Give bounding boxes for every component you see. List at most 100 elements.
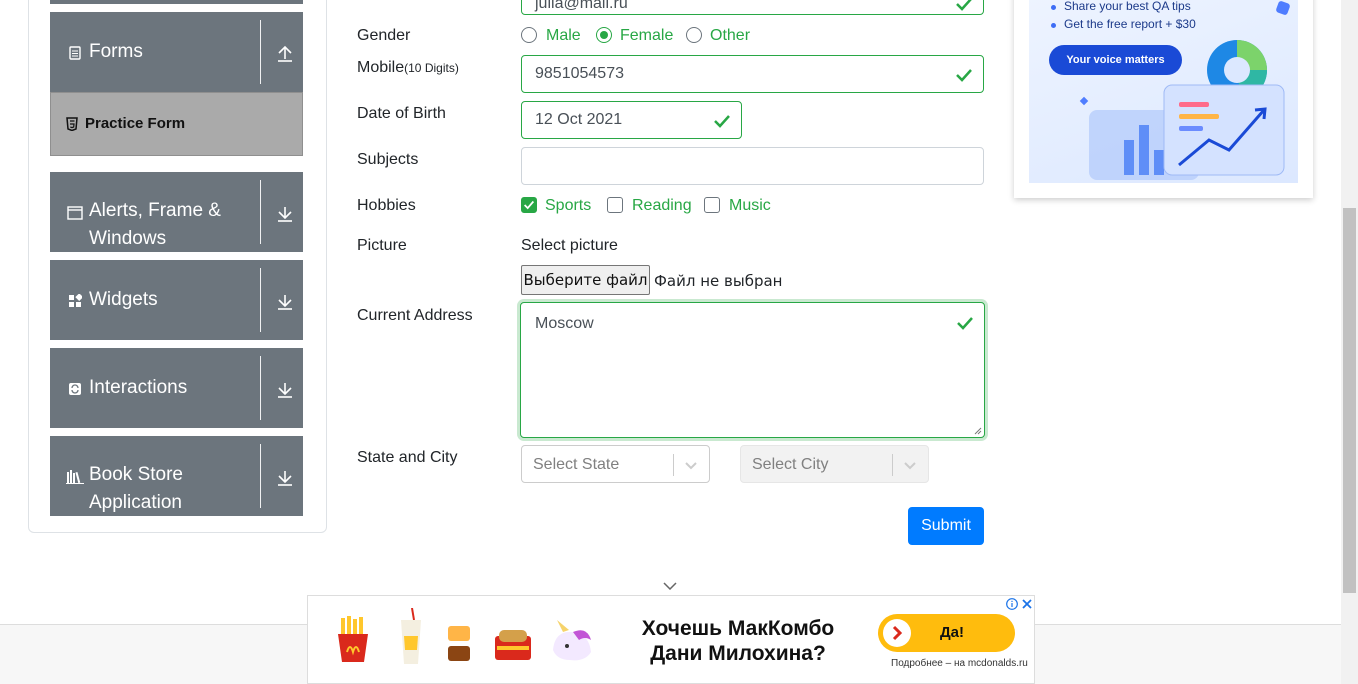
mobile-hint: (10 Digits)	[404, 61, 459, 75]
books-icon	[66, 470, 84, 484]
dob-input[interactable]: 12 Oct 2021	[521, 101, 742, 139]
chevron-down-icon	[904, 462, 916, 470]
gender-female-label[interactable]: Female	[620, 27, 673, 45]
sidebar-group-interactions[interactable]: Interactions	[50, 348, 303, 428]
email-value: julia@mail.ru	[535, 0, 628, 12]
city-placeholder: Select City	[752, 456, 829, 473]
mc-ad-yes-label: Да!	[940, 624, 965, 641]
sidebar-item-practice-form[interactable]: Practice Form	[50, 92, 303, 156]
sidebar-group-title: Forms	[89, 41, 143, 62]
sidebar-item-label: Practice Form	[85, 115, 186, 132]
sidebar-group-forms[interactable]: Forms	[50, 12, 303, 92]
select-picture-caption: Select picture	[521, 237, 618, 254]
current-address-textarea[interactable]: Moscow	[520, 302, 985, 438]
gender-other-radio[interactable]	[686, 27, 702, 43]
hobby-sports-label[interactable]: Sports	[545, 197, 591, 215]
hobby-music-label[interactable]: Music	[729, 197, 771, 215]
hobbies-label: Hobbies	[357, 197, 416, 214]
html5-icon	[66, 117, 78, 131]
mobile-label: Mobile(10 Digits)	[357, 59, 459, 77]
mc-ad-yes-button[interactable]: Да!	[878, 614, 1015, 652]
gender-female-radio[interactable]	[596, 27, 612, 43]
hobby-reading-label[interactable]: Reading	[632, 197, 692, 215]
chevron-down-icon[interactable]	[663, 582, 677, 590]
check-icon	[714, 115, 730, 128]
subjects-label: Subjects	[357, 151, 419, 168]
mc-ad-title: Хочешь МакКомбо Дани Милохина?	[608, 616, 868, 666]
city-select[interactable]: Select City	[740, 445, 929, 483]
state-placeholder: Select State	[533, 456, 620, 473]
sidebar-group-title: Widgets	[89, 289, 158, 310]
window-icon	[67, 206, 83, 220]
state-city-label: State and City	[357, 449, 458, 466]
choose-file-button[interactable]: Выберите файл	[521, 265, 650, 295]
expand-arrow-icon[interactable]	[276, 381, 294, 399]
expand-arrow-icon[interactable]	[276, 293, 294, 311]
resize-handle-icon[interactable]	[974, 427, 982, 435]
unicorn-icon	[553, 620, 591, 661]
check-icon	[956, 0, 972, 11]
burger-icon	[448, 626, 470, 661]
sidebar-group-title-line1: Book Store	[89, 464, 183, 485]
divider	[673, 454, 674, 476]
dob-label: Date of Birth	[357, 105, 446, 122]
hobby-music-checkbox[interactable]	[704, 197, 720, 213]
mobile-value: 9851054573	[535, 65, 624, 82]
drink-icon	[401, 608, 421, 664]
divider	[892, 454, 893, 476]
sidebar-group-title-line1: Alerts, Frame &	[89, 200, 221, 221]
divider	[260, 356, 261, 420]
gender-label: Gender	[357, 27, 411, 44]
vertical-scrollbar-thumb[interactable]	[1343, 208, 1356, 593]
current-address-value: Moscow	[535, 315, 594, 332]
sidebar-group-title: Interactions	[89, 377, 188, 398]
sidebar-group-widgets[interactable]: Widgets	[50, 260, 303, 340]
expand-arrow-icon[interactable]	[276, 469, 294, 487]
divider	[260, 268, 261, 332]
mc-ad-more-link[interactable]: Подробнее – на mcdonalds.ru	[891, 658, 1028, 669]
mobile-label-text: Mobile	[357, 59, 405, 76]
arrow-right-icon	[883, 619, 911, 647]
close-icon[interactable]	[1021, 598, 1033, 610]
qa-survey-ad[interactable]: Share your best QA tips Get the free rep…	[1014, 0, 1313, 198]
divider	[260, 180, 261, 244]
check-icon	[957, 317, 973, 330]
widgets-icon	[69, 294, 82, 307]
submit-button[interactable]: Submit	[908, 507, 984, 545]
document-icon	[69, 46, 81, 60]
mcdonalds-ad[interactable]: Хочешь МакКомбо Дани Милохина? Да! Подро…	[307, 595, 1035, 684]
check-icon	[956, 69, 972, 82]
info-icon[interactable]	[1006, 598, 1018, 610]
box-icon	[495, 630, 531, 660]
gender-male-label[interactable]: Male	[546, 27, 581, 45]
divider	[260, 444, 261, 508]
dob-value: 12 Oct 2021	[535, 111, 623, 128]
fries-icon	[338, 616, 368, 662]
mc-ad-title-line2: Дани Милохина?	[650, 642, 826, 665]
checkmark-icon	[524, 200, 535, 210]
collapse-arrow-icon[interactable]	[276, 45, 294, 63]
sidebar-group-title-line2: Windows	[89, 228, 167, 249]
subjects-input[interactable]	[521, 147, 984, 185]
analytics-illustration-icon	[1079, 1, 1290, 180]
file-status: Файл не выбран	[654, 272, 783, 290]
state-select[interactable]: Select State	[521, 445, 710, 483]
mc-ad-title-line1: Хочешь МакКомбо	[641, 617, 835, 640]
sidebar-top-remnant	[50, 0, 303, 4]
qa-ad-banner[interactable]: Share your best QA tips Get the free rep…	[1029, 0, 1298, 183]
hobby-sports-checkbox[interactable]	[521, 197, 537, 213]
interactions-icon	[69, 383, 81, 395]
sidebar-group-book-store[interactable]: Book Store Application	[50, 436, 303, 516]
sidebar-group-title-line2: Application	[89, 492, 182, 513]
hobby-reading-checkbox[interactable]	[607, 197, 623, 213]
picture-label: Picture	[357, 237, 407, 254]
mobile-input[interactable]: 9851054573	[521, 55, 984, 93]
current-address-label: Current Address	[357, 307, 473, 324]
chevron-down-icon	[685, 462, 697, 470]
gender-other-label[interactable]: Other	[710, 27, 750, 45]
divider	[260, 20, 261, 84]
gender-male-radio[interactable]	[521, 27, 537, 43]
sidebar-group-alerts[interactable]: Alerts, Frame & Windows	[50, 172, 303, 252]
email-input[interactable]: julia@mail.ru	[521, 0, 984, 15]
expand-arrow-icon[interactable]	[276, 205, 294, 223]
